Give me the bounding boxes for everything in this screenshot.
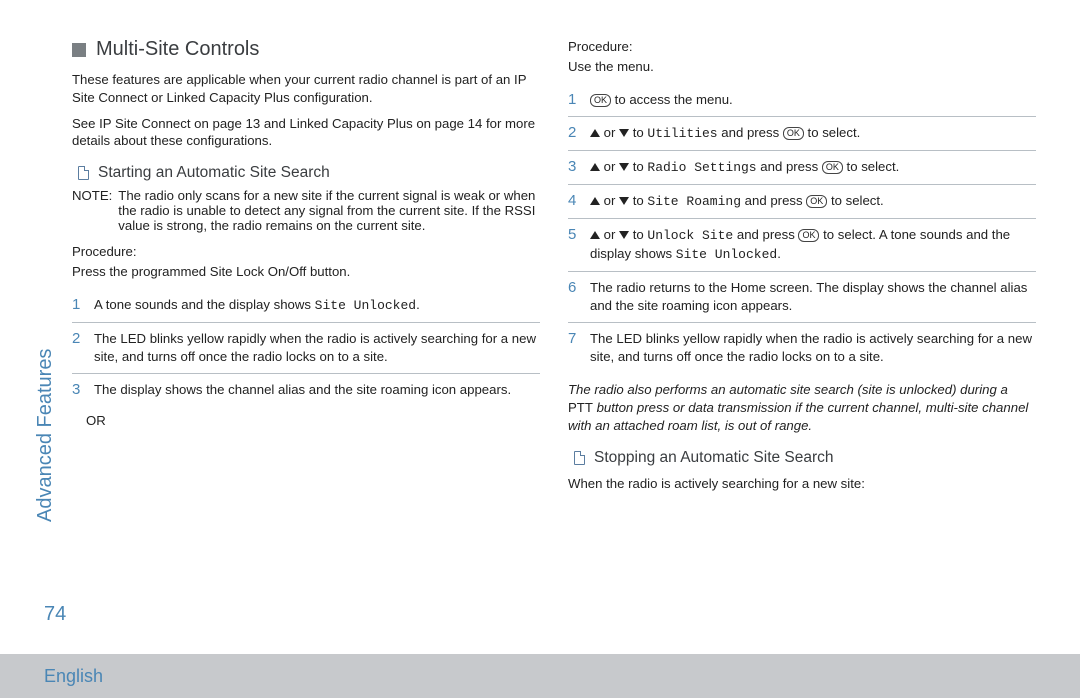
mono-text: Site Unlocked xyxy=(676,247,777,262)
step-text: The LED blinks yellow rapidly when the r… xyxy=(590,331,1032,364)
list-item: The LED blinks yellow rapidly when the r… xyxy=(568,323,1036,373)
nav-target: Site Roaming xyxy=(647,194,741,209)
nav-tail-post: . xyxy=(777,246,781,261)
intro-paragraph: These features are applicable when your … xyxy=(72,71,540,107)
use-menu: Use the menu. xyxy=(568,58,1036,76)
mono-text: Site Unlocked xyxy=(315,298,416,313)
document-icon xyxy=(574,451,585,465)
list-item: OK to access the menu. xyxy=(568,84,1036,117)
list-item: The display shows the channel alias and … xyxy=(72,374,540,406)
footer-language: English xyxy=(44,666,103,687)
or-word: or xyxy=(600,125,619,140)
right-column: Procedure: Use the menu. OK to access th… xyxy=(568,38,1036,618)
note-text: The radio only scans for a new site if t… xyxy=(118,188,540,233)
nav-press: and press xyxy=(757,159,822,174)
subsection-title: Starting an Automatic Site Search xyxy=(98,164,330,182)
subsection-title: Stopping an Automatic Site Search xyxy=(594,449,834,467)
nav-select: to select. xyxy=(804,125,860,140)
nav-target: Radio Settings xyxy=(647,160,756,175)
nav-target: Unlock Site xyxy=(647,228,733,243)
page-number: 74 xyxy=(44,603,66,626)
list-item: A tone sounds and the display shows Site… xyxy=(72,289,540,323)
step-text-tail: . xyxy=(416,297,420,312)
page: Multi-Site Controls These features are a… xyxy=(0,0,1080,698)
list-item: or to Site Roaming and press OK to selec… xyxy=(568,185,1036,219)
list-item: or to Radio Settings and press OK to sel… xyxy=(568,151,1036,185)
press-line: Press the programmed Site Lock On/Off bu… xyxy=(72,263,540,281)
arrow-down-icon xyxy=(619,129,629,137)
nav-target: Utilities xyxy=(647,126,717,141)
arrow-down-icon xyxy=(619,231,629,239)
step-text: The radio returns to the Home screen. Th… xyxy=(590,280,1027,313)
arrow-up-icon xyxy=(590,231,600,239)
list-item: or to Unlock Site and press OK to select… xyxy=(568,219,1036,272)
step-text: A tone sounds and the display shows xyxy=(94,297,315,312)
nav-to: to xyxy=(629,227,647,242)
italic-pre: The radio also performs an automatic sit… xyxy=(568,382,1008,397)
nav-press: and press xyxy=(741,193,806,208)
left-steps-list: A tone sounds and the display shows Site… xyxy=(72,289,540,407)
italic-note: The radio also performs an automatic sit… xyxy=(568,381,1036,434)
section-title: Multi-Site Controls xyxy=(96,38,259,61)
list-item: The radio returns to the Home screen. Th… xyxy=(568,272,1036,323)
or-word: or xyxy=(600,227,619,242)
procedure-label: Procedure: xyxy=(568,38,1036,56)
square-bullet-icon xyxy=(72,43,86,57)
arrow-down-icon xyxy=(619,163,629,171)
arrow-up-icon xyxy=(590,129,600,137)
arrow-up-icon xyxy=(590,163,600,171)
italic-post: button press or data transmission if the… xyxy=(568,400,1028,433)
step-text: to access the menu. xyxy=(611,92,733,107)
see-reference: See IP Site Connect on page 13 and Linke… xyxy=(72,115,540,151)
subsection-row: Stopping an Automatic Site Search xyxy=(574,449,1036,467)
ok-key-icon: OK xyxy=(806,195,827,208)
nav-to: to xyxy=(629,125,647,140)
footer-bar: English xyxy=(0,654,1080,698)
or-word: or xyxy=(600,159,619,174)
note-label: NOTE: xyxy=(72,188,112,233)
subsection-row: Starting an Automatic Site Search xyxy=(78,164,540,182)
ptt-label: PTT xyxy=(568,400,593,415)
ok-key-icon: OK xyxy=(798,229,819,242)
or-word: or xyxy=(600,193,619,208)
nav-to: to xyxy=(629,159,647,174)
nav-select: to select. xyxy=(827,193,883,208)
arrow-up-icon xyxy=(590,197,600,205)
or-label: OR xyxy=(86,412,540,430)
document-icon xyxy=(78,166,89,180)
nav-press: and press xyxy=(733,227,798,242)
right-steps-list: OK to access the menu. or to Utilities a… xyxy=(568,84,1036,374)
list-item: or to Utilities and press OK to select. xyxy=(568,117,1036,151)
left-column: Multi-Site Controls These features are a… xyxy=(72,38,540,618)
procedure-label: Procedure: xyxy=(72,243,540,261)
nav-press: and press xyxy=(718,125,783,140)
ok-key-icon: OK xyxy=(822,161,843,174)
step-text: The display shows the channel alias and … xyxy=(94,382,511,397)
sidebar-section-label: Advanced Features xyxy=(34,349,57,522)
nav-select: to select. xyxy=(843,159,899,174)
ok-key-icon: OK xyxy=(783,127,804,140)
arrow-down-icon xyxy=(619,197,629,205)
sub2-body: When the radio is actively searching for… xyxy=(568,475,1036,493)
list-item: The LED blinks yellow rapidly when the r… xyxy=(72,323,540,374)
ok-key-icon: OK xyxy=(590,94,611,107)
step-text: The LED blinks yellow rapidly when the r… xyxy=(94,331,536,364)
two-column-layout: Multi-Site Controls These features are a… xyxy=(72,38,1036,618)
nav-to: to xyxy=(629,193,647,208)
note-block: NOTE: The radio only scans for a new sit… xyxy=(72,188,540,233)
section-heading-row: Multi-Site Controls xyxy=(72,38,540,61)
